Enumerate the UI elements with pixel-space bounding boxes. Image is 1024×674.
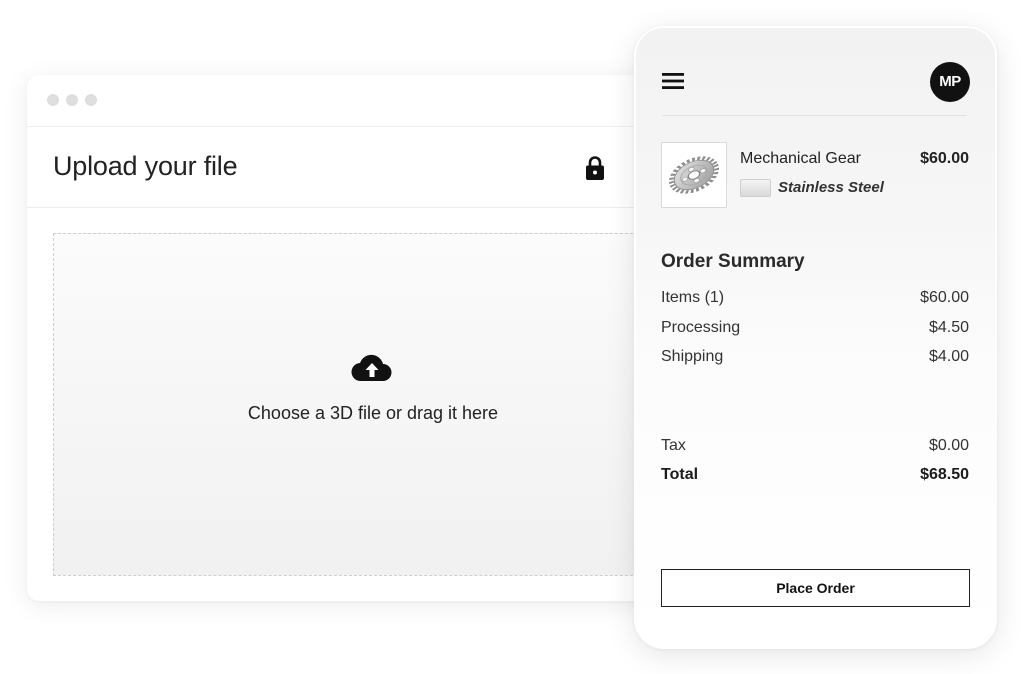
- summary-row-processing: Processing $4.50: [661, 319, 969, 341]
- hamburger-menu-icon[interactable]: [662, 72, 684, 90]
- material-name: Stainless Steel: [778, 179, 884, 196]
- summary-row-label: Total: [661, 466, 699, 483]
- material-swatch: [740, 179, 771, 197]
- dropzone-text: Choose a 3D file or drag it here: [247, 403, 499, 423]
- phone-screen: MP Mechanical Gear $60.00 Stainless Stee…: [636, 28, 995, 647]
- user-avatar[interactable]: MP: [930, 62, 970, 102]
- upload-header: Upload your file: [27, 127, 667, 208]
- summary-row-value: $0.00: [928, 437, 969, 454]
- order-summary-title: Order Summary: [661, 251, 805, 272]
- file-dropzone[interactable]: Choose a 3D file or drag it here: [53, 233, 667, 576]
- summary-row-value: $4.00: [928, 348, 969, 365]
- phone-checkout-panel: MP Mechanical Gear $60.00 Stainless Stee…: [634, 26, 997, 649]
- summary-row-value: $4.50: [928, 319, 969, 336]
- lock-icon: [586, 156, 604, 180]
- summary-row-shipping: Shipping $4.00: [661, 348, 969, 370]
- summary-row-value: $60.00: [920, 289, 969, 306]
- window-controls: [47, 94, 97, 106]
- summary-row-total: Total $68.50: [661, 466, 969, 488]
- page-title: Upload your file: [53, 151, 238, 181]
- product-price: $60.00: [920, 150, 969, 167]
- cloud-upload-icon: [351, 354, 392, 382]
- summary-row-label: Processing: [661, 319, 741, 336]
- product-name: Mechanical Gear: [740, 150, 861, 167]
- summary-row-label: Items (1): [661, 289, 725, 306]
- summary-row-label: Tax: [661, 437, 686, 454]
- product-thumbnail[interactable]: [661, 142, 727, 208]
- window-dot-minimize[interactable]: [66, 94, 78, 106]
- window-dot-maximize[interactable]: [85, 94, 97, 106]
- header-divider: [662, 115, 967, 116]
- place-order-button[interactable]: Place Order: [661, 569, 970, 607]
- summary-row-items: Items (1) $60.00: [661, 289, 969, 311]
- window-chrome-bar: [27, 75, 667, 127]
- gear-icon: [668, 156, 720, 194]
- summary-row-label: Shipping: [661, 348, 724, 365]
- summary-row-tax: Tax $0.00: [661, 437, 969, 459]
- summary-row-value: $68.50: [920, 466, 969, 483]
- window-dot-close[interactable]: [47, 94, 59, 106]
- upload-window: Upload your file Choose a 3D file or dra…: [27, 75, 667, 601]
